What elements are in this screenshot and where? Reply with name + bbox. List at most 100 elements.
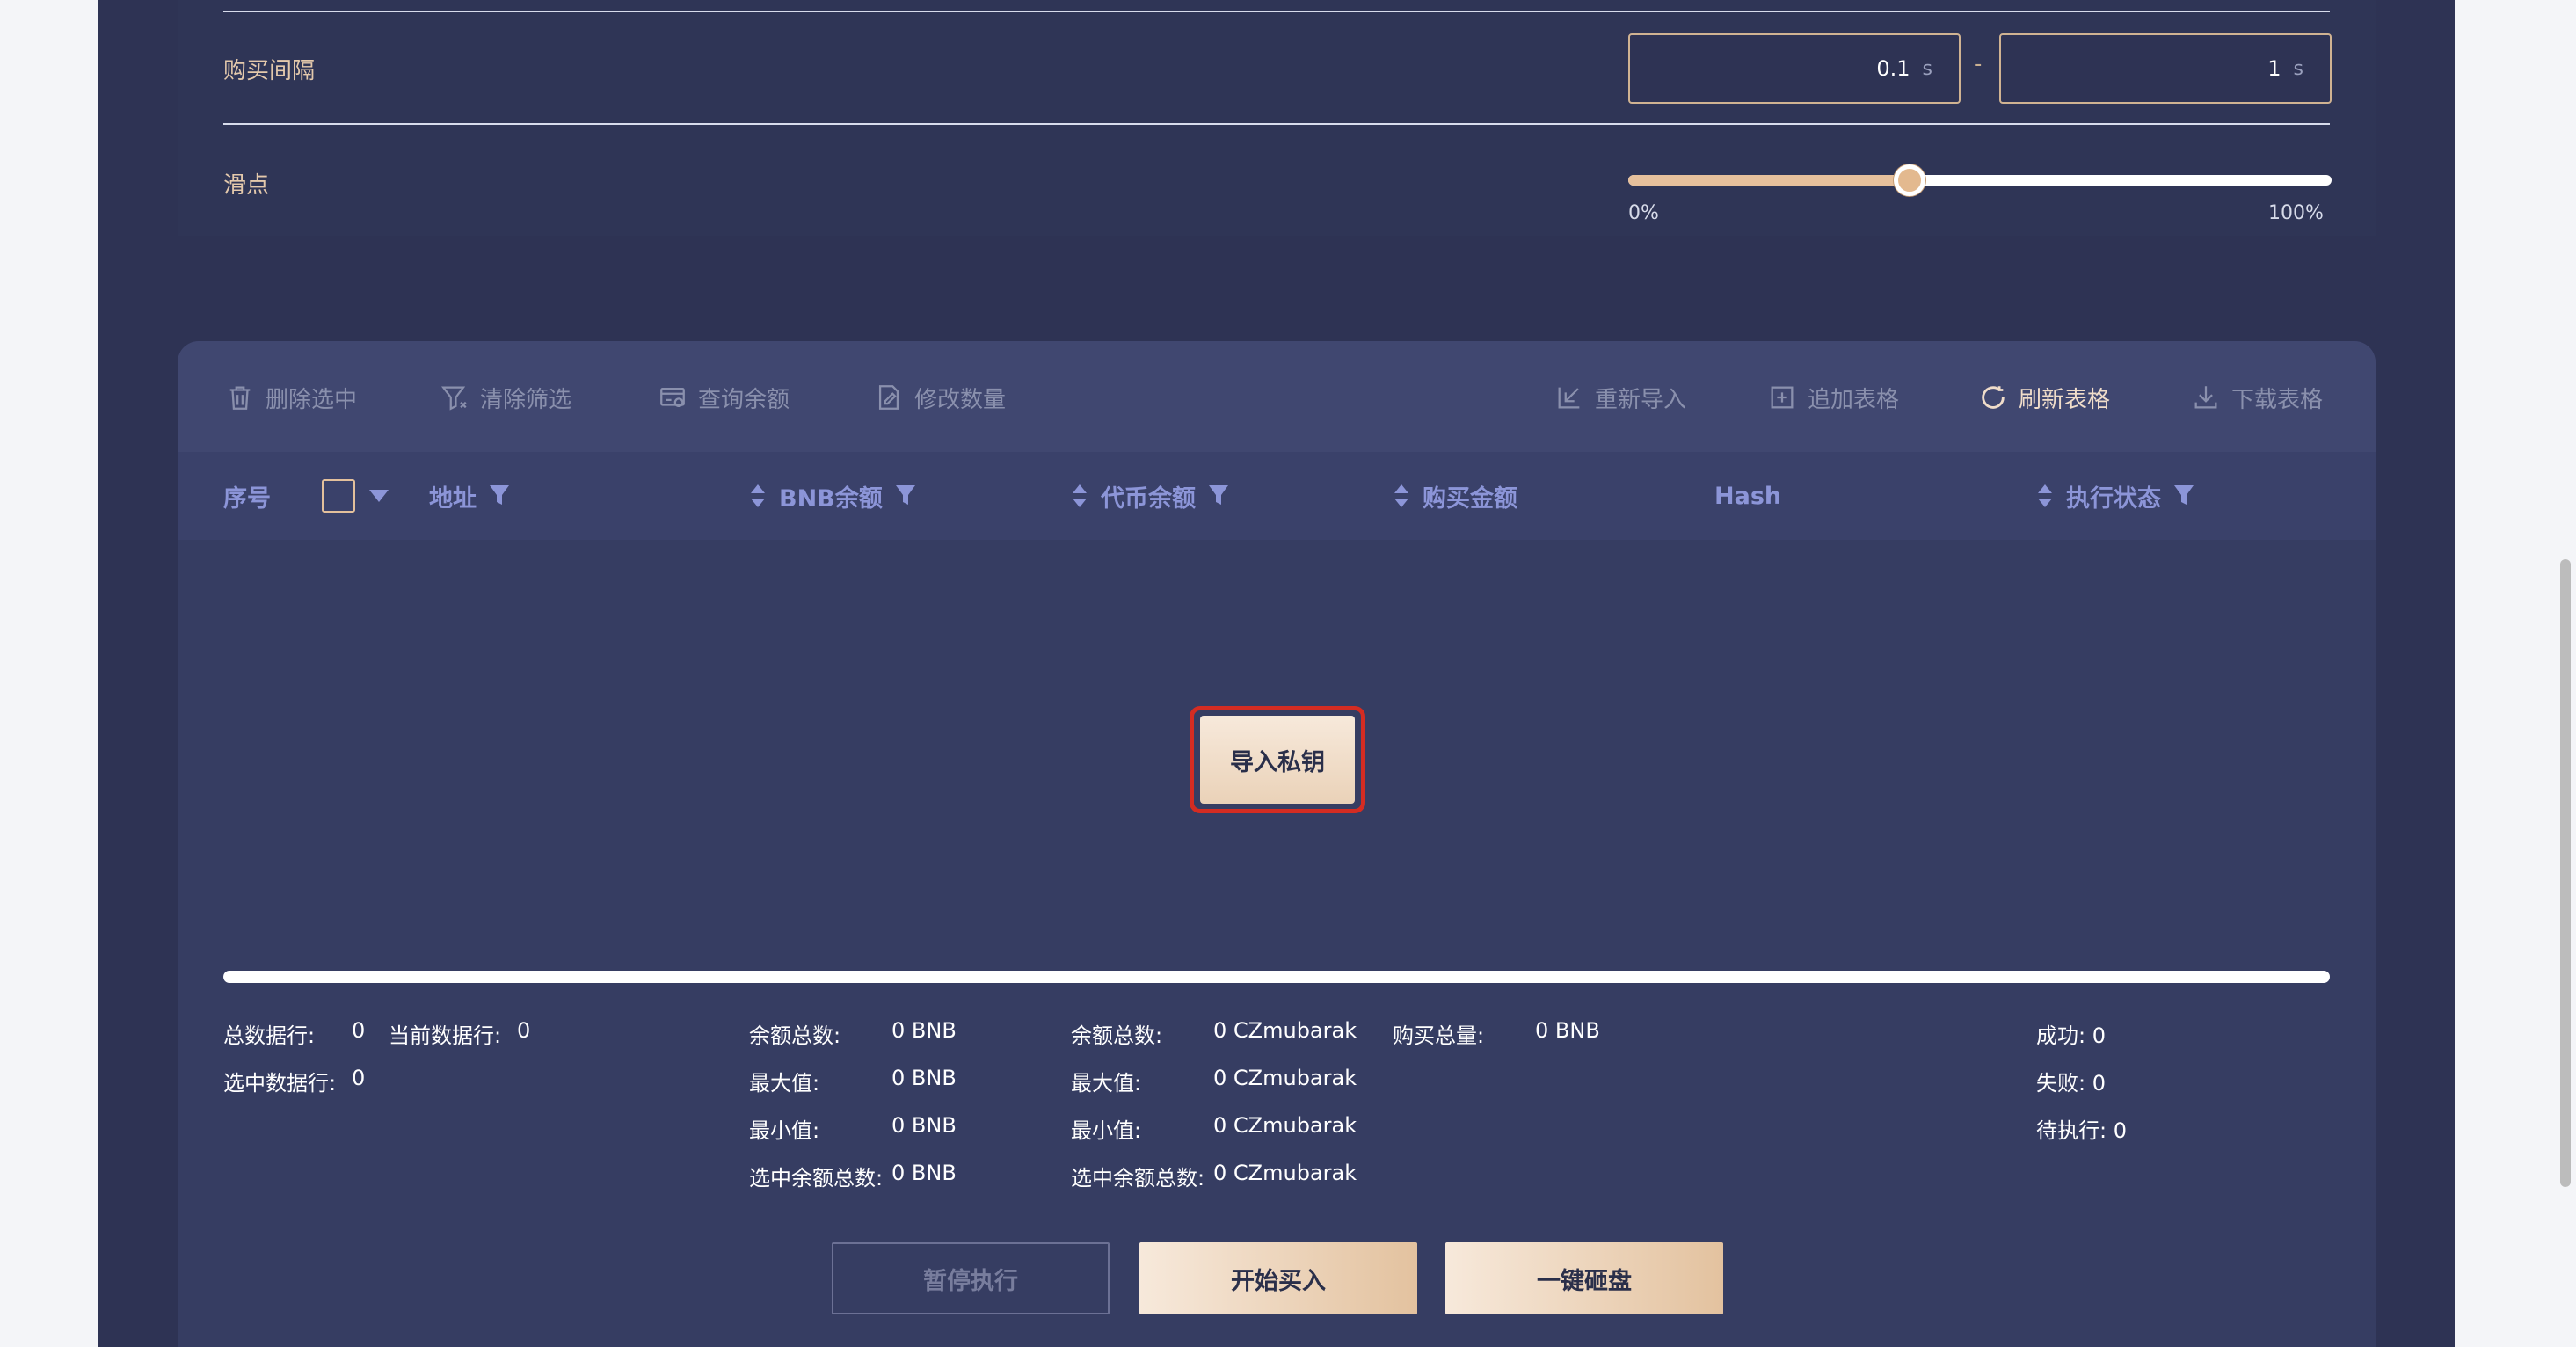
add-box-icon	[1771, 386, 1794, 409]
app-container: 购买间隔 0.1 s - 1 s 滑点 0% 100% 删除选中 清除筛选 查询…	[98, 0, 2455, 1347]
query-balance-button[interactable]: 查询余额	[658, 380, 790, 415]
column-buy-amount-label: 购买金额	[1423, 484, 1517, 513]
filter-icon[interactable]	[489, 484, 510, 507]
table-toolbar: 删除选中 清除筛选 查询余额 修改数量 重新导入 追加表格 刷新表格 下载表格	[178, 341, 2376, 452]
token-min-label: 最小值:	[1071, 1118, 1142, 1143]
interval-max-input[interactable]: 1 s	[1999, 33, 2332, 104]
filter-icon[interactable]	[1208, 484, 1229, 507]
buy-total-value: 0 BNB	[1535, 1018, 1600, 1043]
balance-query-icon	[660, 387, 685, 408]
edit-icon	[878, 385, 899, 410]
modify-quantity-label: 修改数量	[914, 386, 1007, 413]
interval-min-value: 0.1	[1876, 56, 1910, 81]
buy-total-label: 购买总量:	[1393, 1023, 1485, 1048]
append-table-button[interactable]: 追加表格	[1767, 380, 1899, 415]
column-hash: Hash	[1714, 452, 1781, 540]
bnb-total-label: 余额总数:	[749, 1023, 841, 1048]
start-buy-button[interactable]: 开始买入	[1139, 1242, 1417, 1314]
divider	[223, 123, 2330, 125]
refresh-icon	[1982, 386, 2005, 409]
interval-max-unit: s	[2293, 57, 2303, 80]
bnb-max-value: 0 BNB	[891, 1066, 957, 1090]
select-all-checkbox[interactable]	[322, 479, 355, 513]
token-total-label: 余额总数:	[1071, 1023, 1163, 1048]
reimport-label: 重新导入	[1595, 386, 1687, 413]
wallet-table-card: 删除选中 清除筛选 查询余额 修改数量 重新导入 追加表格 刷新表格 下载表格 …	[178, 341, 2376, 1347]
filter-icon[interactable]	[895, 484, 916, 507]
slippage-slider-fill	[1628, 175, 1910, 186]
column-token-balance[interactable]: 代币余额	[1071, 452, 1229, 540]
pause-execution-button[interactable]: 暂停执行	[832, 1242, 1110, 1314]
failed-count: 失败: 0	[2036, 1071, 2106, 1096]
import-private-key-button[interactable]: 导入私钥	[1200, 716, 1355, 804]
interval-separator: -	[1974, 51, 1983, 77]
interval-min-unit: s	[1922, 57, 1932, 80]
column-status[interactable]: 执行状态	[2036, 452, 2194, 540]
sort-icon[interactable]	[1393, 483, 1410, 509]
slippage-min-label: 0%	[1628, 202, 1659, 224]
pending-count: 待执行: 0	[2036, 1118, 2127, 1143]
trash-icon	[229, 386, 251, 410]
interval-min-input[interactable]: 0.1 s	[1628, 33, 1961, 104]
select-all-control	[322, 452, 390, 540]
column-buy-amount[interactable]: 购买金额	[1393, 452, 1517, 540]
clear-filter-label: 清除筛选	[480, 386, 572, 413]
delete-selected-button[interactable]: 删除选中	[225, 380, 357, 415]
current-rows-label: 当前数据行:	[389, 1023, 502, 1048]
filter-clear-icon	[440, 386, 467, 411]
bnb-min-label: 最小值:	[749, 1118, 820, 1143]
page-scrollbar[interactable]	[2560, 559, 2571, 1187]
download-table-label: 下载表格	[2231, 386, 2324, 413]
token-min-value: 0 CZmubarak	[1213, 1113, 1357, 1138]
caret-down-icon[interactable]	[367, 488, 390, 504]
total-rows-label: 总数据行:	[223, 1023, 316, 1048]
bnb-selected-total-label: 选中余额总数:	[749, 1166, 884, 1190]
one-click-dump-button[interactable]: 一键砸盘	[1445, 1242, 1723, 1314]
bnb-min-value: 0 BNB	[891, 1113, 957, 1138]
bnb-max-label: 最大值:	[749, 1071, 820, 1096]
divider	[223, 11, 2330, 12]
table-header: 序号 地址 BNB余额 代币余额 购买金额 Hash 执行状态	[178, 452, 2376, 540]
column-address-label: 地址	[429, 484, 477, 513]
horizontal-scrollbar[interactable]	[223, 971, 2330, 983]
filter-icon[interactable]	[2173, 484, 2194, 507]
current-rows-value: 0	[517, 1018, 531, 1043]
column-hash-label: Hash	[1714, 482, 1782, 510]
selected-rows-label: 选中数据行:	[223, 1071, 337, 1096]
bnb-total-value: 0 BNB	[891, 1018, 957, 1043]
column-index: 序号	[223, 452, 271, 540]
token-total-value: 0 CZmubarak	[1213, 1018, 1357, 1043]
query-balance-label: 查询余额	[698, 386, 790, 413]
interval-label: 购买间隔	[223, 58, 316, 84]
column-bnb-balance-label: BNB余额	[779, 484, 883, 513]
token-selected-total-value: 0 CZmubarak	[1213, 1161, 1357, 1185]
sort-icon[interactable]	[1071, 483, 1088, 509]
column-bnb-balance[interactable]: BNB余额	[749, 452, 916, 540]
slippage-slider[interactable]	[1628, 164, 2332, 196]
column-status-label: 执行状态	[2066, 484, 2161, 513]
download-icon	[2194, 386, 2217, 409]
token-max-value: 0 CZmubarak	[1213, 1066, 1357, 1090]
reimport-button[interactable]: 重新导入	[1554, 380, 1686, 415]
total-rows-value: 0	[352, 1018, 366, 1043]
slippage-max-label: 100%	[2268, 202, 2324, 224]
sort-icon[interactable]	[749, 483, 767, 509]
sort-icon[interactable]	[2036, 483, 2054, 509]
clear-filter-button[interactable]: 清除筛选	[440, 380, 571, 415]
refresh-table-button[interactable]: 刷新表格	[1978, 380, 2110, 415]
interval-max-value: 1	[2267, 56, 2281, 81]
column-token-balance-label: 代币余额	[1101, 484, 1196, 513]
slippage-slider-handle[interactable]	[1894, 164, 1925, 196]
import-icon	[1558, 387, 1580, 409]
bnb-selected-total-value: 0 BNB	[891, 1161, 957, 1185]
selected-rows-value: 0	[352, 1066, 366, 1090]
refresh-table-label: 刷新表格	[2019, 386, 2111, 413]
column-address[interactable]: 地址	[429, 452, 510, 540]
download-table-button[interactable]: 下载表格	[2191, 380, 2323, 415]
modify-quantity-button[interactable]: 修改数量	[874, 380, 1006, 415]
success-count: 成功: 0	[2036, 1023, 2106, 1048]
token-max-label: 最大值:	[1071, 1071, 1142, 1096]
slippage-label: 滑点	[223, 172, 270, 199]
settings-card: 购买间隔 0.1 s - 1 s 滑点 0% 100%	[178, 0, 2376, 236]
token-selected-total-label: 选中余额总数:	[1071, 1166, 1205, 1190]
